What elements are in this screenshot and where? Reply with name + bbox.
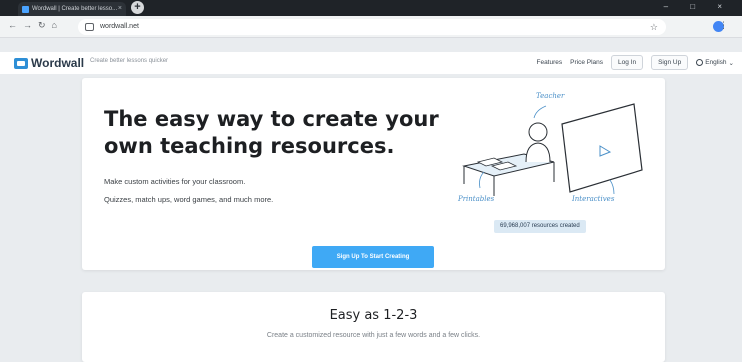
hero-card: The easy way to create your own teaching… [82,78,665,270]
logo-icon [14,57,28,69]
easy-title: Easy as 1-2-3 [329,308,418,323]
language-label: English [705,59,727,66]
globe-icon [696,59,704,66]
back-icon[interactable]: ← [8,20,23,30]
login-button[interactable]: Log In [611,55,644,70]
url-text: wordwall.net [100,23,139,30]
menu-icon[interactable]: ⋮ [719,20,734,31]
tagline: Create better lessons quicker [90,58,169,64]
site-header: Wordwall Create better lessons quicker F… [0,52,742,74]
resources-counter: 69,968,007 resources created [494,220,586,233]
language-selector[interactable]: English ⌄ [696,59,734,67]
forward-icon[interactable]: → [23,20,38,30]
easy-section: Easy as 1-2-3 Create a customized resour… [82,292,665,362]
wordwall-favicon-icon [22,6,29,13]
printables-label: Printables [458,195,495,203]
tab-title: Wordwall | Create better lesso... [32,6,118,12]
easy-subtitle: Create a customized resource with just a… [266,332,481,339]
chevron-down-icon: ⌄ [728,59,734,67]
bookmark-star-icon[interactable]: ☆ [650,19,658,35]
address-bar[interactable]: wordwall.net ☆ [78,19,666,35]
signup-cta-button[interactable]: Sign Up To Start Creating [312,246,434,268]
hero-description-1: Make custom activities for your classroo… [104,177,246,186]
teacher-label: Teacher [536,92,565,100]
browser-toolbar: ←→↻⌂ wordwall.net ☆ ⋮ [0,16,742,38]
reload-icon[interactable]: ↻ [38,20,52,30]
interactives-label: Interactives [572,195,615,203]
home-icon[interactable]: ⌂ [52,20,63,30]
tab-close-icon[interactable]: × [118,2,122,16]
browser-tab[interactable]: Wordwall | Create better lesso... × [18,2,126,16]
header-nav: Features Price Plans Log In Sign Up Engl… [536,55,734,70]
nav-features-link[interactable]: Features [536,59,562,66]
wordwall-logo[interactable]: Wordwall [14,56,84,70]
nav-price-plans-link[interactable]: Price Plans [570,59,603,66]
hero-title: The easy way to create your own teaching… [104,107,439,158]
window-controls[interactable]: – □ × [664,2,732,11]
browser-tabstrip: Wordwall | Create better lesso... × + – … [0,0,742,16]
browser-nav-icons: ←→↻⌂ [8,20,63,31]
hero-description-2: Quizzes, match ups, word games, and much… [104,195,274,204]
logo-text: Wordwall [31,56,85,70]
new-tab-button[interactable]: + [131,1,144,14]
site-info-icon[interactable] [85,23,94,31]
signup-button[interactable]: Sign Up [651,55,689,70]
